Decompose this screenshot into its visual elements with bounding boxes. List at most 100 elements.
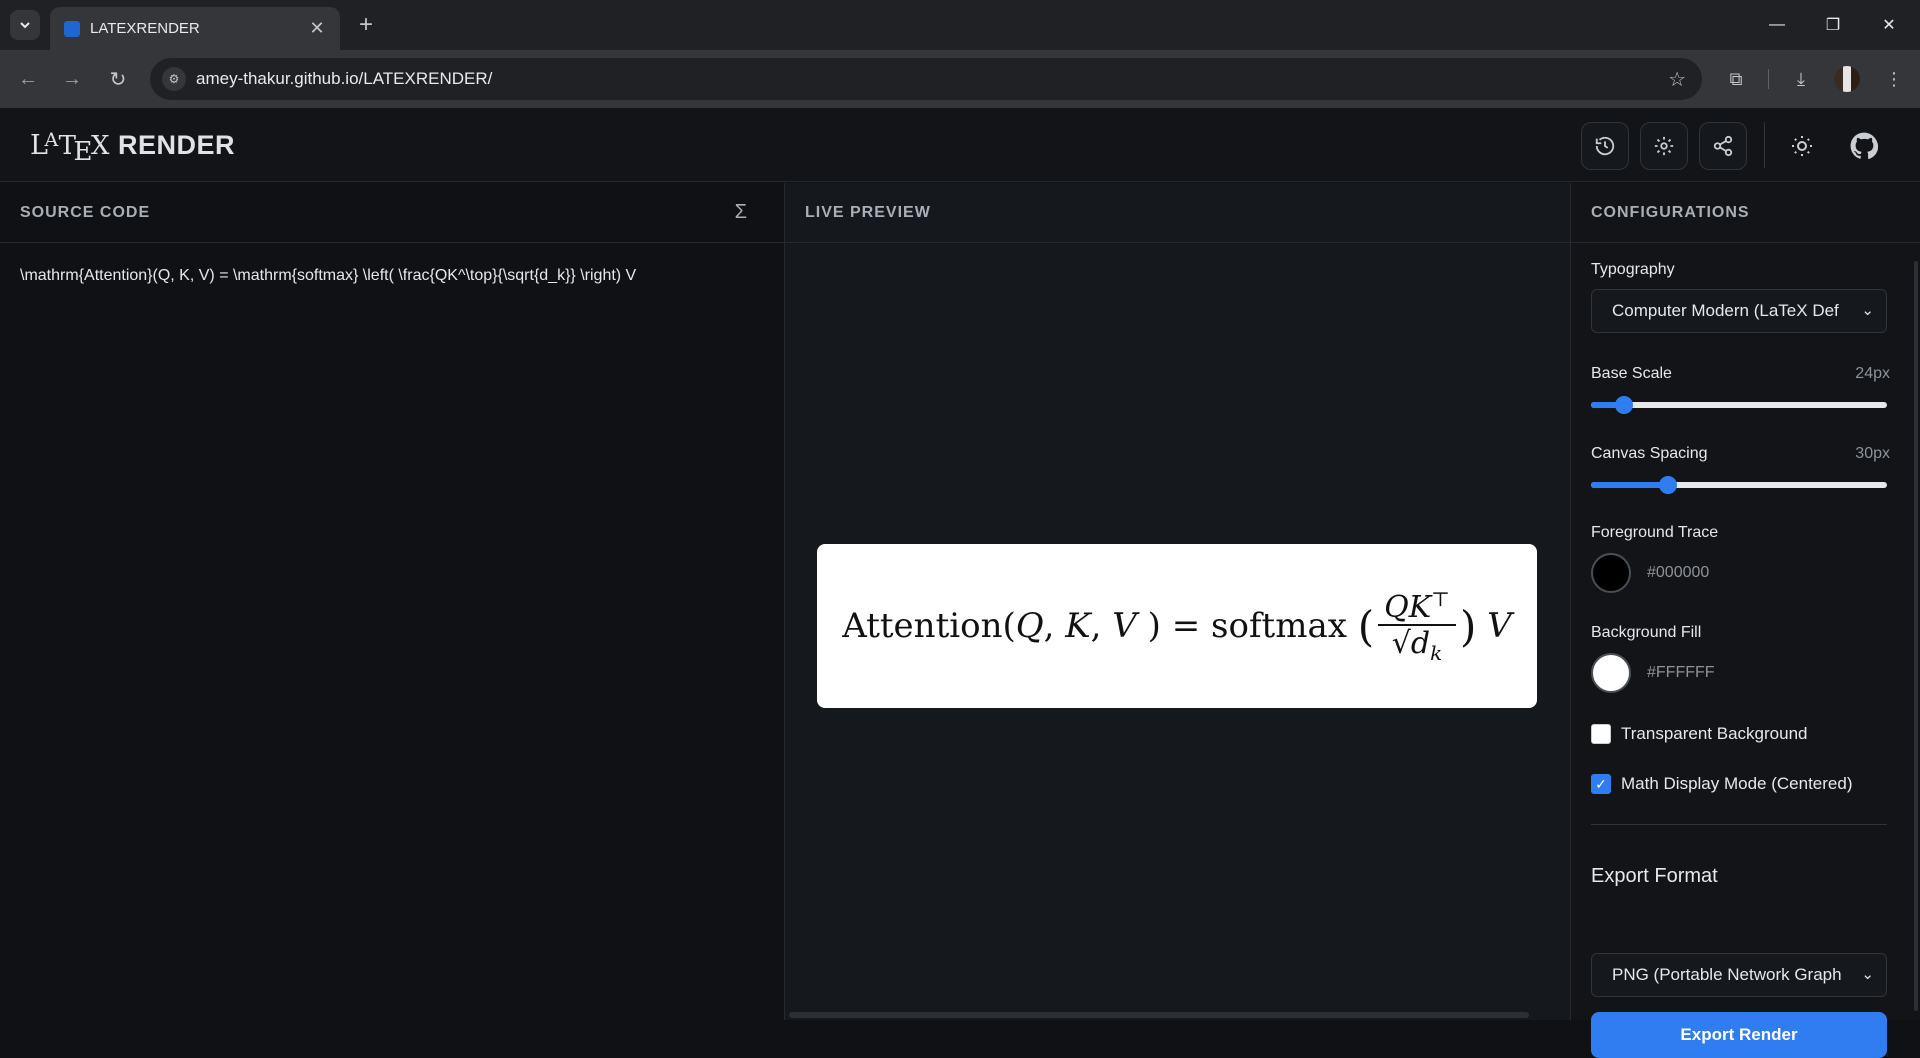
display-mode-checkbox[interactable]: ✓ <box>1591 774 1611 794</box>
math-equals: = <box>1171 606 1201 646</box>
gear-icon <box>1654 136 1674 156</box>
history-icon <box>1595 136 1615 156</box>
profile-avatar[interactable] <box>1834 66 1860 92</box>
chevron-down-icon: ⌄ <box>1861 302 1874 319</box>
github-icon <box>1850 132 1878 159</box>
math-var: Q <box>1015 606 1044 646</box>
theme-toggle-button[interactable] <box>1778 122 1826 170</box>
math-var: V <box>1112 606 1137 646</box>
restore-button[interactable]: ❐ <box>1805 0 1861 50</box>
section-divider <box>1591 824 1887 825</box>
render-canvas: Attention(Q, K, V ) = softmax ( QK⊤ √dk … <box>817 544 1537 708</box>
slider-fill <box>1591 482 1668 488</box>
browser-toolbar: ← → ↻ ⚙ amey-thakur.github.io/LATEXRENDE… <box>0 50 1920 108</box>
panel-title: SOURCE CODE <box>20 203 151 221</box>
url-text[interactable]: amey-thakur.github.io/LATEXRENDER/ <box>196 69 492 89</box>
export-render-button[interactable]: Export Render <box>1591 1012 1887 1058</box>
slider-thumb[interactable] <box>1614 396 1633 414</box>
favicon-icon <box>64 21 80 37</box>
math-text: softmax <box>1211 606 1347 646</box>
share-button[interactable] <box>1699 122 1747 170</box>
canvas-spacing-value: 30px <box>1855 445 1890 462</box>
background-hex[interactable]: #FFFFFF <box>1647 664 1715 682</box>
slider-thumb[interactable] <box>1658 476 1677 494</box>
back-icon[interactable]: ← <box>14 65 42 93</box>
math-superscript: ⊤ <box>1431 586 1450 611</box>
typography-label: Typography <box>1591 261 1675 278</box>
math-sqrt: √ <box>1391 625 1411 661</box>
math-text: Attention <box>842 606 1003 646</box>
math-var: K <box>1065 606 1091 646</box>
tab-title: LATEXRENDER <box>90 20 200 37</box>
share-icon <box>1713 135 1733 157</box>
header-divider <box>1764 122 1765 168</box>
math-paren: ( <box>1002 606 1016 646</box>
source-code-panel: SOURCE CODE Σ \mathrm{Attention}(Q, K, V… <box>0 183 785 1020</box>
math-var: K <box>1408 589 1432 625</box>
typography-selected-value: Computer Modern (LaTeX Def <box>1612 301 1839 320</box>
slider-track <box>1591 402 1887 408</box>
foreground-trace-label: Foreground Trace <box>1591 524 1719 541</box>
logo-render-text: RENDER <box>118 130 236 160</box>
tab-close-icon[interactable]: ✕ <box>306 18 328 39</box>
background-fill-label: Background Fill <box>1591 624 1702 641</box>
base-scale-label: Base Scale <box>1591 365 1672 382</box>
math-var: Q <box>1384 589 1409 625</box>
foreground-color-swatch[interactable] <box>1591 553 1631 593</box>
history-button[interactable] <box>1581 122 1629 170</box>
math-comma: , <box>1090 606 1102 646</box>
horizontal-scrollbar[interactable] <box>789 1012 1529 1018</box>
forward-icon[interactable]: → <box>58 65 86 93</box>
close-window-button[interactable]: ✕ <box>1861 0 1917 50</box>
browser-tab[interactable]: LATEXRENDER ✕ <box>50 7 340 50</box>
math-comma: , <box>1043 606 1055 646</box>
sun-icon <box>1792 136 1812 156</box>
browser-tabbar: LATEXRENDER ✕ + — ❐ ✕ <box>0 0 1920 50</box>
minimize-button[interactable]: — <box>1749 0 1805 50</box>
base-scale-value: 24px <box>1855 365 1890 382</box>
transparent-background-label[interactable]: Transparent Background <box>1621 724 1807 744</box>
foreground-hex[interactable]: #000000 <box>1647 564 1709 582</box>
address-bar[interactable]: ⚙ amey-thakur.github.io/LATEXRENDER/ ☆ <box>150 58 1702 100</box>
base-scale-slider[interactable] <box>1591 395 1887 415</box>
app-header: LATEX RENDER <box>0 108 1920 182</box>
chevron-down-icon: ⌄ <box>1861 966 1874 983</box>
logo-letter: A <box>44 129 59 151</box>
transparent-background-checkbox[interactable] <box>1591 724 1611 744</box>
export-format-selected-value: PNG (Portable Network Graph <box>1612 965 1842 984</box>
live-preview-panel: LIVE PREVIEW Attention(Q, K, V ) = softm… <box>785 183 1571 1020</box>
export-format-select[interactable]: PNG (Portable Network Graph ⌄ <box>1591 953 1887 997</box>
vertical-scrollbar[interactable] <box>1914 261 1918 1011</box>
bookmark-star-icon[interactable]: ☆ <box>1668 67 1686 92</box>
math-fraction: QK⊤ √dk <box>1378 588 1456 665</box>
math-paren: ( <box>1357 601 1375 651</box>
canvas-spacing-label: Canvas Spacing <box>1591 445 1708 462</box>
tab-search-button[interactable] <box>10 10 40 40</box>
reload-icon[interactable]: ↻ <box>104 65 132 93</box>
live-preview-header: LIVE PREVIEW <box>785 183 1570 243</box>
canvas-spacing-slider[interactable] <box>1591 475 1887 495</box>
download-icon[interactable]: ⤓ <box>1787 65 1815 93</box>
browser-menu-icon[interactable]: ⋮ <box>1880 65 1908 93</box>
new-tab-button[interactable]: + <box>352 11 380 39</box>
toolbar-divider <box>1768 69 1769 89</box>
app-logo[interactable]: LATEX RENDER <box>30 129 236 167</box>
chevron-down-icon <box>20 22 30 29</box>
background-color-swatch[interactable] <box>1591 653 1631 693</box>
configurations-header: CONFIGURATIONS <box>1571 183 1920 243</box>
panel-title: CONFIGURATIONS <box>1591 203 1750 221</box>
display-mode-label[interactable]: Math Display Mode (Centered) <box>1621 774 1852 794</box>
latex-source-editor[interactable]: \mathrm{Attention}(Q, K, V) = \mathrm{so… <box>0 243 784 309</box>
math-var: V <box>1487 606 1512 646</box>
logo-letter: E <box>73 137 93 167</box>
github-link[interactable] <box>1840 122 1888 170</box>
typography-select[interactable]: Computer Modern (LaTeX Def ⌄ <box>1591 289 1887 333</box>
configurations-panel: CONFIGURATIONS Typography Computer Moder… <box>1571 183 1920 1058</box>
settings-button[interactable] <box>1640 122 1688 170</box>
rendered-equation: Attention(Q, K, V ) = softmax ( QK⊤ √dk … <box>842 588 1511 665</box>
extensions-icon[interactable]: ⧉ <box>1722 65 1750 93</box>
sigma-icon[interactable]: Σ <box>735 201 748 224</box>
logo-letter: X <box>91 131 111 161</box>
site-info-icon[interactable]: ⚙ <box>162 67 186 91</box>
source-code-header: SOURCE CODE Σ <box>0 183 784 243</box>
